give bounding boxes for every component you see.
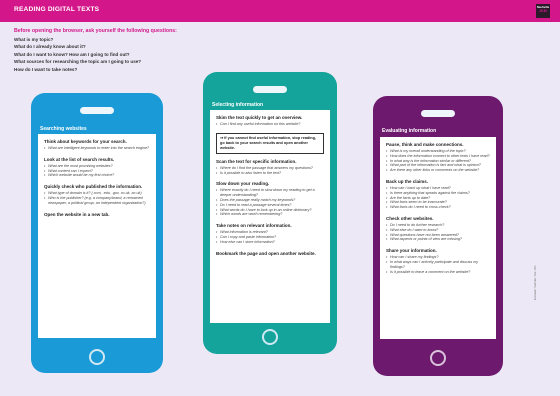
header-banner: READING DIGITAL TEXTS Nashville JKM (0, 0, 560, 22)
question-item: Can I find any useful information on thi… (216, 122, 324, 127)
home-button-icon (430, 350, 446, 366)
question-item: Which website would be my first choice? (44, 173, 150, 178)
question-item: What facts do I need to cross-check? (386, 205, 490, 210)
step-section: Check other websites. Do I need to do fur… (386, 216, 490, 242)
question-item: What are intelligent keywords to enter i… (44, 146, 150, 151)
home-button-icon (89, 349, 105, 365)
question-list: Do I need to do further research?What el… (386, 223, 490, 242)
phone-speaker (253, 86, 287, 93)
question-item: What aspects or points of view are missi… (386, 237, 490, 242)
step-title: Think about keywords for your search. (44, 139, 127, 144)
logo-mid-text: JKM (539, 9, 547, 13)
question-item: Are there any other links or comments on… (386, 168, 490, 173)
step-title: Quickly check who published the informat… (44, 184, 143, 190)
question-item: Is it possible to leave a comment on the… (386, 270, 490, 275)
question-list: What are intelligent keywords to enter i… (44, 146, 150, 151)
step-title: Share your information. (386, 248, 437, 254)
question-item: Is it possible to also listen to the tex… (216, 171, 324, 176)
home-button-icon (262, 329, 278, 345)
step-section: Back up the claims. How can I back up wha… (386, 179, 490, 210)
credits-text: Illustration: Nashville / Text: JKM (534, 265, 537, 300)
phone-selecting: Selecting information Skim the text quic… (203, 72, 337, 354)
phone-searching: Searching websites Think about keywords … (31, 93, 163, 373)
question-item: In what ways can I actively participate … (386, 260, 490, 270)
step-section: Skim the text quickly to get an overview… (216, 115, 324, 127)
phone-screen: Skim the text quickly to get an overview… (210, 110, 330, 323)
intro-question-list: What is my topic? What do I already know … (14, 36, 334, 73)
step-title: Skim the text quickly to get an overview… (216, 115, 303, 120)
question-item: Which words are worth remembering? (216, 212, 324, 217)
question-list: What is my overall understanding of the … (386, 149, 490, 173)
phone-title: Evaluating information (382, 128, 437, 134)
phone-title: Searching websites (40, 126, 87, 132)
step-section: Pause, think and make connections. What i… (386, 142, 490, 173)
phone-evaluating: Evaluating information Pause, think and … (373, 96, 503, 376)
step-title: Take notes on relevant information. (216, 223, 292, 229)
intro-block: Before opening the browser, ask yourself… (14, 28, 334, 73)
step-section: Think about keywords for your search. Wha… (44, 139, 150, 151)
intro-question: What sources for researching the topic a… (14, 59, 142, 65)
phone-screen: Pause, think and make connections. What i… (380, 137, 496, 339)
question-item: Who is the publisher? (e.g. a company/br… (44, 196, 150, 206)
step-title: Slow down your reading. (216, 181, 270, 187)
intro-heading: Before opening the browser, ask yourself… (14, 28, 177, 34)
phone-speaker (421, 110, 455, 117)
question-item: How else can I store information? (216, 240, 324, 245)
intro-question: What is my topic? (14, 37, 54, 42)
step-title: Back up the claims. (386, 178, 429, 184)
intro-question: What do I want to know? How am I going t… (14, 51, 130, 57)
callout-note: ⇒ If you cannot find useful information,… (216, 132, 324, 154)
step-title: Bookmark the page and open another websi… (216, 250, 316, 256)
phone-title: Selecting information (212, 102, 264, 108)
question-list: How can I share my findings?In what ways… (386, 255, 490, 274)
intro-question: What do I already know about it? (14, 44, 86, 50)
question-list: What type of domain is it? (.com, .edu, … (44, 191, 150, 205)
phone-speaker (80, 107, 114, 114)
question-list: What information is relevant?Can I copy … (216, 230, 324, 244)
step-title: Open the website in a new tab. (44, 211, 110, 217)
question-list: How can I back up what I have read?Is th… (386, 186, 490, 210)
question-list: Where exactly do I need to slow down my … (216, 188, 324, 217)
page-title: READING DIGITAL TEXTS (14, 6, 100, 13)
publisher-logo: Nashville JKM (536, 4, 550, 18)
step-section: Open the website in a new tab. (44, 212, 150, 218)
step-section: Share your information.How can I share m… (386, 248, 490, 274)
step-section: Quickly check who published the informat… (44, 184, 150, 205)
step-section: Bookmark the page and open another websi… (216, 251, 324, 257)
step-section: Take notes on relevant information.What … (216, 223, 324, 244)
step-title: Check other websites. (386, 215, 434, 221)
step-title: Scan the text for specific information. (216, 158, 297, 164)
step-title: Pause, think and make connections. (386, 142, 464, 147)
question-list: Where do I find the passage that answers… (216, 166, 324, 176)
credits: Illustration: Nashville / Text: JKM (534, 266, 541, 370)
step-section: Slow down your reading.Where exactly do … (216, 181, 324, 217)
question-list: What are the most promising websites?Wha… (44, 164, 150, 178)
phone-screen: Think about keywords for your search. Wha… (38, 134, 156, 338)
step-section: Scan the text for specific information. W… (216, 159, 324, 176)
step-section: Look at the list of search results. What … (44, 157, 150, 178)
question-item: Where exactly do I need to slow down my … (216, 188, 324, 198)
question-list: Can I find any useful information on thi… (216, 122, 324, 127)
step-title: Look at the list of search results. (44, 156, 115, 162)
